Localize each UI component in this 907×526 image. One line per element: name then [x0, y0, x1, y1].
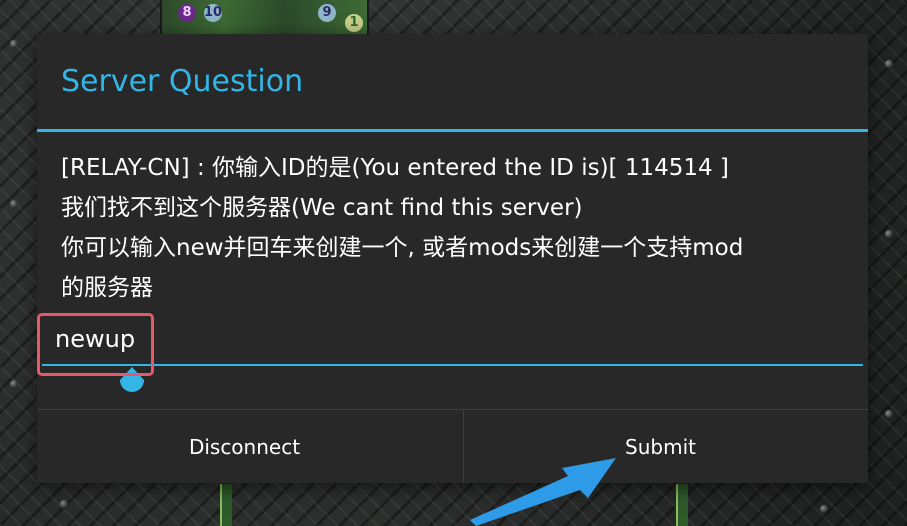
map-unit-marker: 8: [178, 4, 196, 22]
message-line: 的服务器: [61, 275, 153, 301]
game-map-edge: [220, 484, 232, 526]
arrow-pointer-icon: [470, 458, 616, 526]
dialog-title: Server Question: [61, 64, 304, 99]
answer-input-container: [42, 314, 863, 366]
message-line: 我们找不到这个服务器(We cant find this server): [61, 195, 583, 221]
annotation-highlight-box: [37, 313, 154, 376]
background-rivet: [10, 40, 18, 48]
background-rivet: [885, 230, 893, 238]
game-map-edge: [676, 484, 688, 526]
background-rivet: [60, 500, 68, 508]
background-rivet: [10, 200, 18, 208]
background-rivet: [885, 410, 893, 418]
map-unit-marker: 10: [204, 4, 223, 22]
title-divider: [37, 129, 868, 132]
input-underline: [42, 364, 863, 366]
background-rivet: [10, 380, 18, 388]
message-line: [RELAY-CN] : 你输入ID的是(You entered the ID …: [61, 155, 729, 181]
server-question-dialog: Server Question [RELAY-CN] : 你输入ID的是(You…: [37, 34, 868, 483]
answer-input[interactable]: [42, 314, 863, 364]
map-unit-marker: 1: [345, 14, 363, 32]
background-rivet: [820, 505, 828, 513]
message-line: 你可以输入new并回车来创建一个, 或者mods来创建一个支持mod: [61, 235, 744, 261]
disconnect-button[interactable]: Disconnect: [37, 410, 452, 483]
map-unit-marker: 9: [318, 4, 336, 22]
background-rivet: [885, 60, 893, 68]
dialog-message: [RELAY-CN] : 你输入ID的是(You entered the ID …: [61, 148, 851, 308]
game-map-strip: 8 10 9 1: [160, 0, 369, 34]
